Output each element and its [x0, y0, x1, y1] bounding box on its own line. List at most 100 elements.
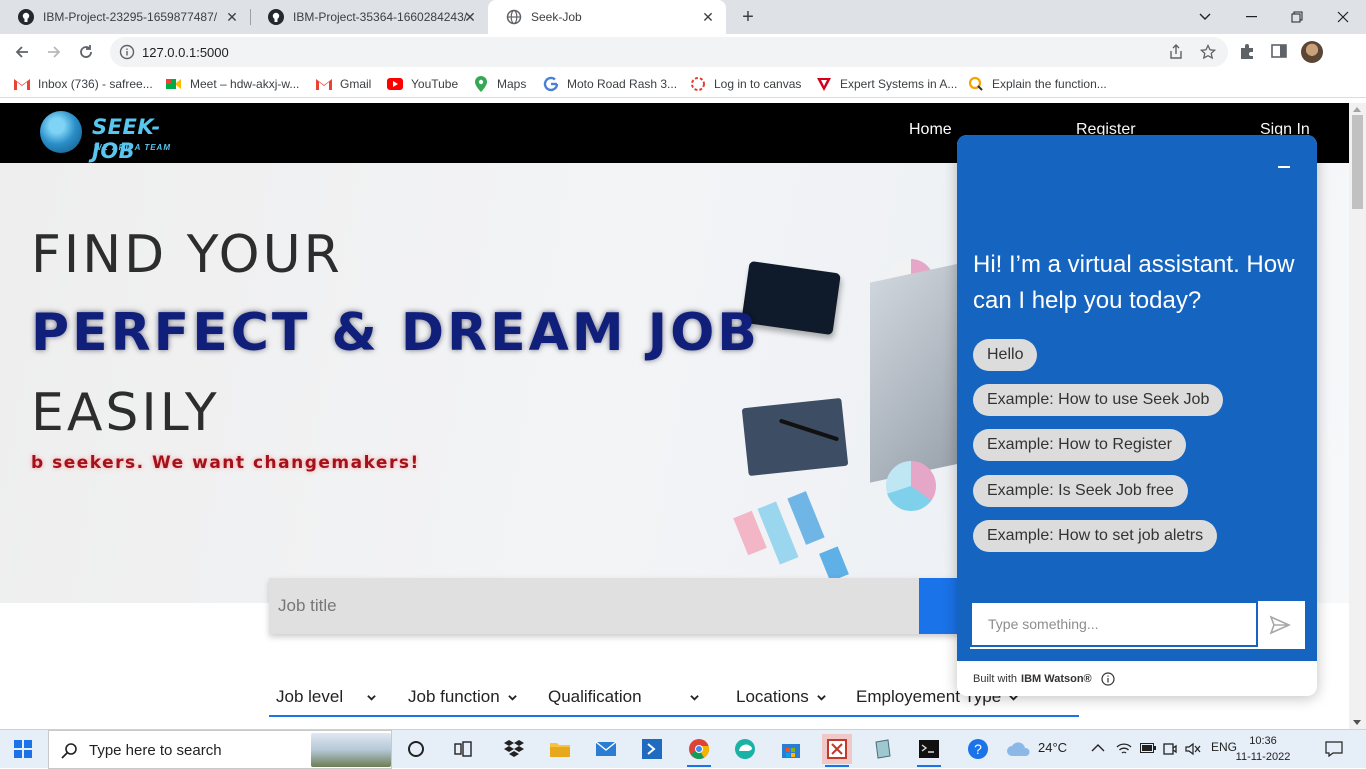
restore-button[interactable] — [1274, 0, 1320, 34]
chat-suggestion-hello[interactable]: Hello — [973, 339, 1038, 371]
taskbar-search-text: Type here to search — [89, 742, 222, 759]
site-logo[interactable]: SEEK-JOB WE ARE A TEAM — [40, 111, 190, 163]
back-button[interactable] — [10, 40, 34, 64]
gmail-icon — [316, 76, 332, 92]
tab-ibm-project-1[interactable]: IBM-Project-23295-1659877487/ ✕ — [0, 0, 250, 34]
chat-suggestion-use-seek-job[interactable]: Example: How to use Seek Job — [973, 384, 1224, 416]
meet-icon — [166, 76, 182, 92]
bookmark-canvas[interactable]: Log in to canvas — [690, 75, 801, 93]
help-icon[interactable]: ? — [963, 734, 993, 764]
bookmark-meet[interactable]: Meet – hdw-akxj-w... — [166, 75, 299, 93]
edge-icon[interactable] — [730, 734, 760, 764]
share-icon[interactable] — [1168, 44, 1184, 60]
filter-job-level[interactable]: Job level — [276, 687, 376, 707]
paper-charts-decoration — [730, 463, 850, 583]
notifications-icon[interactable] — [1325, 741, 1343, 757]
meet-now-icon[interactable] — [1163, 741, 1177, 757]
bookmark-label: Maps — [497, 77, 527, 91]
info-icon[interactable] — [1101, 672, 1115, 686]
bookmark-maps[interactable]: Maps — [473, 75, 526, 93]
address-bar[interactable]: 127.0.0.1:5000 — [110, 37, 1228, 67]
job-title-input[interactable] — [269, 578, 919, 634]
chat-suggestion-free[interactable]: Example: Is Seek Job free — [973, 475, 1188, 507]
filter-locations[interactable]: Locations — [736, 687, 826, 707]
weather-temperature[interactable]: 24°C — [1038, 740, 1067, 755]
bookmark-moto-road-rash[interactable]: Moto Road Rash 3... — [543, 75, 677, 93]
system-clock[interactable]: 10:36 11-11-2022 — [1232, 733, 1294, 765]
filter-qualification[interactable]: Qualification — [548, 687, 699, 707]
app-document-icon[interactable] — [868, 734, 898, 764]
windows-start-icon[interactable] — [14, 740, 32, 758]
store-icon[interactable] — [776, 734, 806, 764]
volume-muted-icon[interactable] — [1185, 742, 1201, 756]
tab-ibm-project-2[interactable]: IBM-Project-35364-1660284243/ ✕ — [250, 0, 488, 34]
bookmark-label: Expert Systems in A... — [840, 77, 958, 91]
terminal-icon[interactable] — [914, 734, 944, 767]
windows-taskbar: Type here to search ? 24°C ENG 10:36 11-… — [0, 729, 1366, 769]
chat-suggestion-register[interactable]: Example: How to Register — [973, 429, 1186, 461]
canvas-icon — [690, 76, 706, 92]
github-icon — [18, 9, 34, 25]
clock-time: 10:36 — [1249, 735, 1277, 747]
tab-seek-job[interactable]: Seek-Job ✕ — [488, 0, 726, 34]
profile-avatar[interactable] — [1301, 41, 1323, 63]
minimize-button[interactable] — [1228, 0, 1274, 34]
bookmark-gmail[interactable]: Gmail — [316, 75, 371, 93]
reload-button[interactable] — [74, 40, 98, 64]
taskbar-search-box[interactable]: Type here to search — [48, 730, 392, 769]
scroll-up-arrow-icon[interactable] — [1353, 107, 1361, 112]
chat-suggestion-job-alerts[interactable]: Example: How to set job aletrs — [973, 520, 1218, 552]
page-scrollbar[interactable] — [1349, 103, 1366, 729]
chat-message-input[interactable] — [970, 601, 1258, 647]
extensions-puzzle-icon[interactable] — [1238, 42, 1258, 62]
nav-home[interactable]: Home — [909, 121, 952, 139]
battery-icon[interactable] — [1140, 743, 1156, 753]
filter-job-function[interactable]: Job function — [408, 687, 517, 707]
bookmark-star-icon[interactable] — [1199, 43, 1217, 60]
chevron-down-icon — [507, 694, 517, 701]
file-explorer-icon[interactable] — [545, 734, 575, 764]
bookmark-label: Gmail — [340, 77, 372, 91]
bookmark-label: Explain the function... — [992, 77, 1107, 91]
bookmark-youtube[interactable]: YouTube — [387, 75, 458, 93]
bookmark-label: Moto Road Rash 3... — [567, 77, 678, 91]
bookmarks-bar: Inbox (736) - safree... Meet – hdw-akxj-… — [0, 70, 1366, 98]
g-icon — [543, 76, 559, 92]
tab-title: IBM-Project-23295-1659877487/ — [43, 10, 218, 24]
scroll-down-arrow-icon[interactable] — [1353, 720, 1361, 725]
minimize-chat-button[interactable] — [1278, 166, 1290, 168]
side-panel-icon[interactable] — [1270, 42, 1290, 62]
scrollbar-thumb[interactable] — [1352, 115, 1363, 209]
close-icon[interactable]: ✕ — [700, 9, 716, 25]
logo-tagline: WE ARE A TEAM — [94, 143, 171, 152]
browser-tab-bar: IBM-Project-23295-1659877487/ ✕ IBM-Proj… — [0, 0, 1366, 34]
network-icon[interactable] — [1116, 742, 1132, 756]
powershell-icon[interactable] — [637, 734, 667, 764]
close-icon[interactable]: ✕ — [224, 9, 240, 25]
site-info-icon[interactable] — [119, 44, 135, 60]
tab-search-chevron-icon[interactable] — [1182, 0, 1228, 34]
task-view-icon[interactable] — [448, 734, 478, 764]
hero-title-line-3: EASILY — [31, 383, 220, 443]
mail-icon[interactable] — [591, 734, 621, 764]
new-tab-button[interactable]: + — [737, 6, 759, 28]
clock-date: 11-11-2022 — [1235, 751, 1291, 763]
forward-button[interactable] — [42, 40, 66, 64]
show-hidden-icons-icon[interactable] — [1091, 743, 1105, 753]
dropbox-icon[interactable] — [499, 734, 529, 764]
app-red-icon[interactable] — [822, 734, 852, 767]
cortana-icon[interactable] — [401, 734, 431, 764]
bookmark-label: Log in to canvas — [714, 77, 802, 91]
expert-icon — [816, 76, 832, 92]
gmail-icon — [14, 76, 30, 92]
send-icon[interactable] — [1268, 613, 1292, 637]
bookmark-inbox[interactable]: Inbox (736) - safree... — [14, 75, 153, 93]
hero-title-line-2: PERFECT & DREAM JOB — [31, 303, 760, 363]
close-icon[interactable]: ✕ — [462, 9, 478, 25]
chat-footer: Built with IBM Watson® — [973, 672, 1115, 686]
chrome-icon[interactable] — [684, 734, 714, 767]
chevron-down-icon — [689, 694, 699, 701]
bookmark-expert-systems[interactable]: Expert Systems in A... — [816, 75, 957, 93]
bookmark-explain-function[interactable]: Explain the function... — [968, 75, 1107, 93]
close-window-button[interactable] — [1320, 0, 1366, 34]
